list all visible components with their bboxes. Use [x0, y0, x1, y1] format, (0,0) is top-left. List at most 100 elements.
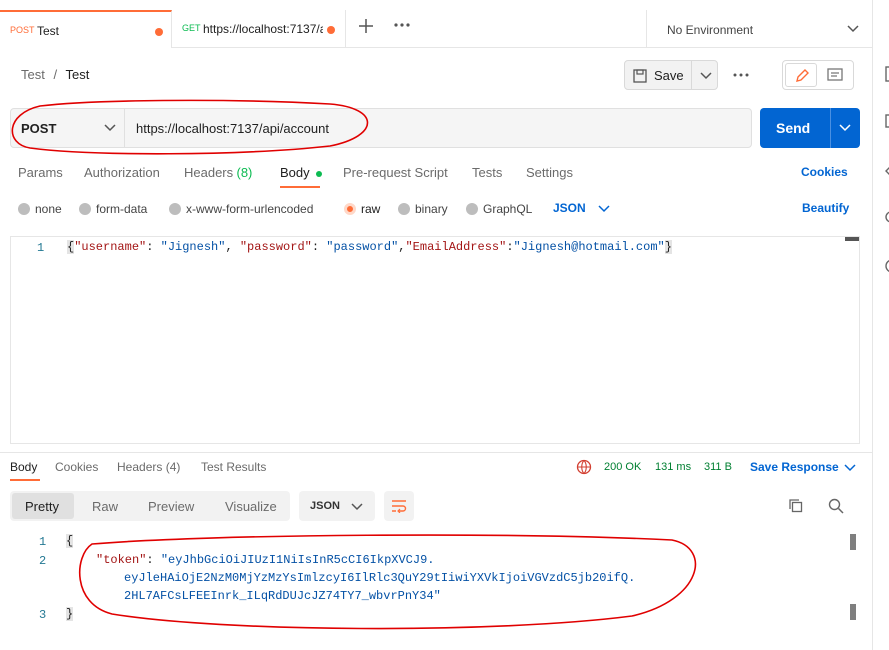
new-tab-plus-icon[interactable]: [356, 16, 376, 36]
response-tab-cookies[interactable]: Cookies: [55, 460, 98, 474]
related-icon[interactable]: [883, 258, 889, 274]
breadcrumb-collection[interactable]: Test: [21, 67, 45, 82]
globe-icon[interactable]: [576, 459, 592, 475]
request-body-editor[interactable]: 1 {"username": "Jignesh", "password": "p…: [10, 236, 860, 444]
save-options-button[interactable]: [691, 60, 718, 90]
line-number: 1: [37, 241, 45, 255]
response-tab-body[interactable]: Body: [10, 460, 37, 474]
chevron-down-icon: [844, 464, 856, 472]
save-label: Save: [654, 68, 684, 83]
copy-icon[interactable]: [788, 498, 804, 514]
view-raw-button[interactable]: Raw: [92, 499, 118, 514]
tab-tests[interactable]: Tests: [472, 165, 502, 180]
breadcrumb-separator: /: [53, 67, 58, 82]
view-pretty-button[interactable]: Pretty: [12, 493, 74, 519]
tab-headers[interactable]: Headers (8): [184, 165, 252, 180]
right-sidebar: [872, 0, 889, 650]
radio-icon: [398, 203, 410, 215]
comment-icon: [827, 68, 843, 81]
scrollbar-thumb-top[interactable]: [850, 534, 856, 550]
comments-icon[interactable]: [885, 114, 889, 130]
red-annotation-ellipse: [11, 99, 369, 155]
send-divider: [830, 108, 831, 148]
view-preview-button[interactable]: Preview: [148, 499, 194, 514]
save-response-button[interactable]: Save Response: [750, 460, 860, 476]
editor-scrollbar-marker: [845, 237, 859, 241]
wrap-lines-button[interactable]: [384, 491, 414, 521]
body-format-select[interactable]: JSON: [553, 201, 613, 217]
response-size[interactable]: 311 B: [704, 461, 732, 473]
radio-icon: [79, 203, 91, 215]
environment-select[interactable]: No Environment: [646, 10, 872, 48]
unsaved-dot-icon: [327, 26, 335, 34]
request-body-line: {"username": "Jignesh", "password": "pas…: [67, 240, 672, 254]
line-number: 1: [39, 535, 47, 549]
radio-icon: [169, 203, 181, 215]
chevron-down-icon: [847, 25, 859, 33]
brace: }: [664, 240, 672, 254]
more-tabs-icon[interactable]: [392, 18, 412, 32]
tab-body[interactable]: Body: [280, 165, 322, 180]
more-actions-icon[interactable]: [732, 69, 750, 81]
info-icon[interactable]: [883, 210, 889, 224]
beautify-link[interactable]: Beautify: [802, 201, 849, 215]
tab-title: https://localhost:7137/a: [203, 22, 323, 36]
search-icon[interactable]: [828, 498, 844, 514]
chevron-down-icon: [351, 503, 363, 511]
response-time[interactable]: 131 ms: [655, 461, 691, 473]
comma: ,: [225, 240, 240, 254]
response-tab-headers[interactable]: Headers (4): [117, 460, 180, 474]
code-icon[interactable]: [885, 164, 889, 178]
comment-mode-button[interactable]: [819, 63, 851, 87]
colon: :: [506, 240, 514, 254]
view-visualize-button[interactable]: Visualize: [225, 499, 277, 514]
tab-method: POST: [10, 25, 35, 35]
status-code[interactable]: 200 OK: [604, 461, 641, 473]
colon: :: [311, 240, 320, 254]
line-number: 2: [39, 554, 47, 568]
tab-authorization[interactable]: Authorization: [84, 165, 160, 180]
unsaved-dot-icon: [155, 28, 163, 36]
environment-label: No Environment: [667, 23, 754, 37]
scrollbar-thumb-bottom[interactable]: [850, 604, 856, 620]
view-mode-toggle: [782, 60, 854, 90]
json-key: "EmailAddress": [405, 240, 507, 254]
chevron-down-icon: [598, 205, 610, 213]
active-tab-underline: [10, 479, 40, 481]
json-string: "Jignesh": [160, 240, 226, 254]
tab-params[interactable]: Params: [18, 165, 63, 180]
edit-mode-button[interactable]: [785, 63, 817, 87]
chevron-down-icon: [700, 72, 712, 80]
response-tab-test-results[interactable]: Test Results: [201, 460, 266, 474]
json-key: "password": [239, 240, 312, 254]
json-string: "password": [326, 240, 399, 254]
documentation-icon[interactable]: [885, 66, 889, 82]
body-indicator-dot-icon: [315, 170, 322, 177]
response-format-select[interactable]: JSON: [299, 491, 375, 521]
chevron-down-icon[interactable]: [839, 124, 851, 132]
tab-method: GET: [182, 23, 201, 33]
cookies-link[interactable]: Cookies: [801, 165, 848, 179]
tab-get-localhost[interactable]: GET https://localhost:7137/a: [172, 10, 346, 48]
save-button[interactable]: Save: [624, 60, 692, 90]
tab-pre-request-script[interactable]: Pre-request Script: [343, 165, 448, 180]
json-string: "Jignesh@hotmail.com": [513, 240, 665, 254]
headers-count: (8): [236, 165, 253, 180]
send-label: Send: [776, 120, 811, 136]
tab-post-test[interactable]: POST Test: [0, 10, 172, 48]
save-icon: [633, 69, 647, 83]
breadcrumb-request[interactable]: Test: [65, 67, 89, 82]
radio-icon: [18, 203, 30, 215]
response-divider: [0, 452, 872, 453]
red-annotation-ellipse: [79, 534, 697, 630]
radio-icon: [466, 203, 478, 215]
radio-selected-icon: [344, 203, 356, 215]
line-number: 3: [39, 608, 47, 622]
tab-settings[interactable]: Settings: [526, 165, 573, 180]
json-key: "username": [74, 240, 147, 254]
wrap-lines-icon: [392, 500, 407, 513]
send-button[interactable]: Send: [760, 108, 860, 148]
tab-title: Test: [37, 24, 60, 38]
breadcrumb: Test / Test: [21, 67, 89, 82]
